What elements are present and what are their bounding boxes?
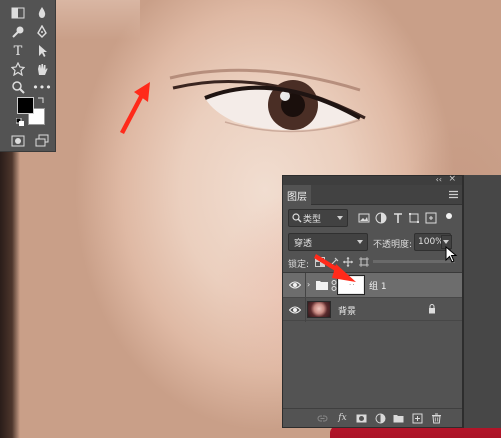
foreground-color-swatch[interactable] <box>17 97 34 114</box>
new-layer-icon[interactable] <box>412 413 423 424</box>
custom-shape-tool-icon[interactable] <box>10 61 26 77</box>
visibility-eye-icon[interactable] <box>289 280 301 290</box>
add-mask-icon[interactable] <box>356 413 367 424</box>
filter-kind-select[interactable]: 类型 <box>288 209 348 227</box>
lock-icon[interactable] <box>428 304 436 314</box>
hand-tool-icon[interactable] <box>34 61 50 77</box>
path-selection-tool-icon[interactable] <box>34 43 50 59</box>
filter-toggle-icon[interactable] <box>445 212 453 224</box>
panel-footer: fx <box>283 408 462 427</box>
gradient-tool-icon[interactable] <box>10 5 26 21</box>
quick-mask-icon[interactable] <box>10 133 26 149</box>
panel-tab-bar: 图层 <box>283 185 462 205</box>
layers-panel: ‹‹ × 图层 类型 穿透 不透明度: 100% 锁定: › ·· 组 1 背景… <box>282 174 463 428</box>
lock-artboard-icon[interactable] <box>359 257 369 267</box>
adjustment-layer-filter-icon[interactable] <box>375 212 387 224</box>
lock-row: 锁定: <box>283 256 462 270</box>
toolbox: T ••• <box>0 0 56 152</box>
panel-title-bar[interactable]: ‹‹ × <box>283 174 462 185</box>
layer-filter-row: 类型 <box>283 209 462 229</box>
panel-dock-strip <box>463 175 501 428</box>
chevron-down-icon <box>357 240 363 244</box>
dodge-tool-icon[interactable] <box>10 24 26 40</box>
close-panel-icon[interactable]: × <box>448 174 456 184</box>
shape-layer-filter-icon[interactable] <box>408 212 420 224</box>
screen-mode-icon[interactable] <box>34 133 50 149</box>
type-tool-icon[interactable]: T <box>10 43 26 59</box>
blend-mode-value: 穿透 <box>294 238 313 249</box>
more-tools-icon[interactable]: ••• <box>32 79 51 95</box>
annotation-arrow-eye <box>120 82 150 134</box>
eye <box>169 68 366 133</box>
delete-layer-icon[interactable] <box>431 413 442 424</box>
panel-menu-icon[interactable] <box>449 190 458 199</box>
smart-object-filter-icon[interactable] <box>425 212 437 224</box>
blend-mode-select[interactable]: 穿透 <box>288 233 368 251</box>
blur-tool-icon[interactable] <box>34 5 50 21</box>
layer-list: › ·· 组 1 背景 <box>283 272 462 407</box>
adjustment-layer-icon[interactable] <box>375 413 386 424</box>
swap-colors-icon[interactable] <box>37 96 45 104</box>
opacity-value: 100% <box>418 237 444 247</box>
layer-divider <box>305 298 306 322</box>
chevron-down-icon <box>443 240 449 244</box>
layer-row-group[interactable]: › ·· 组 1 <box>283 273 462 297</box>
filter-kind-value: 类型 <box>303 214 322 225</box>
layer-divider <box>305 273 306 297</box>
layer-name[interactable]: 背景 <box>338 304 356 317</box>
pixel-layer-filter-icon[interactable] <box>358 212 370 224</box>
chevron-down-icon <box>337 216 343 220</box>
type-layer-filter-icon[interactable] <box>392 212 404 224</box>
tab-layers-label: 图层 <box>287 191 307 203</box>
opacity-label: 不透明度: <box>373 240 413 250</box>
layer-row-background[interactable]: 背景 <box>283 297 462 322</box>
lock-label: 锁定: <box>288 260 310 270</box>
new-group-icon[interactable] <box>393 413 404 424</box>
annotation-arrow-head <box>332 264 356 282</box>
mouse-cursor-icon <box>445 246 458 263</box>
search-icon <box>292 213 302 223</box>
fill-slider[interactable] <box>373 260 455 263</box>
annotation-arrow-panel <box>314 254 356 282</box>
blend-opacity-row: 穿透 不透明度: 100% <box>283 233 462 253</box>
zoom-tool-icon[interactable] <box>10 79 26 95</box>
fx-icon[interactable]: fx <box>337 413 348 424</box>
tab-layers[interactable]: 图层 <box>283 185 311 205</box>
layer-thumbnail[interactable] <box>307 301 331 318</box>
default-colors-icon[interactable] <box>15 117 24 126</box>
visibility-eye-icon[interactable] <box>289 305 301 315</box>
link-layers-icon[interactable] <box>317 413 328 424</box>
collapse-panel-icon[interactable]: ‹‹ <box>436 175 442 184</box>
layer-name[interactable]: 组 1 <box>369 279 387 292</box>
pen-tool-icon[interactable] <box>34 24 50 40</box>
annotation-arrow-shaft <box>120 94 144 134</box>
